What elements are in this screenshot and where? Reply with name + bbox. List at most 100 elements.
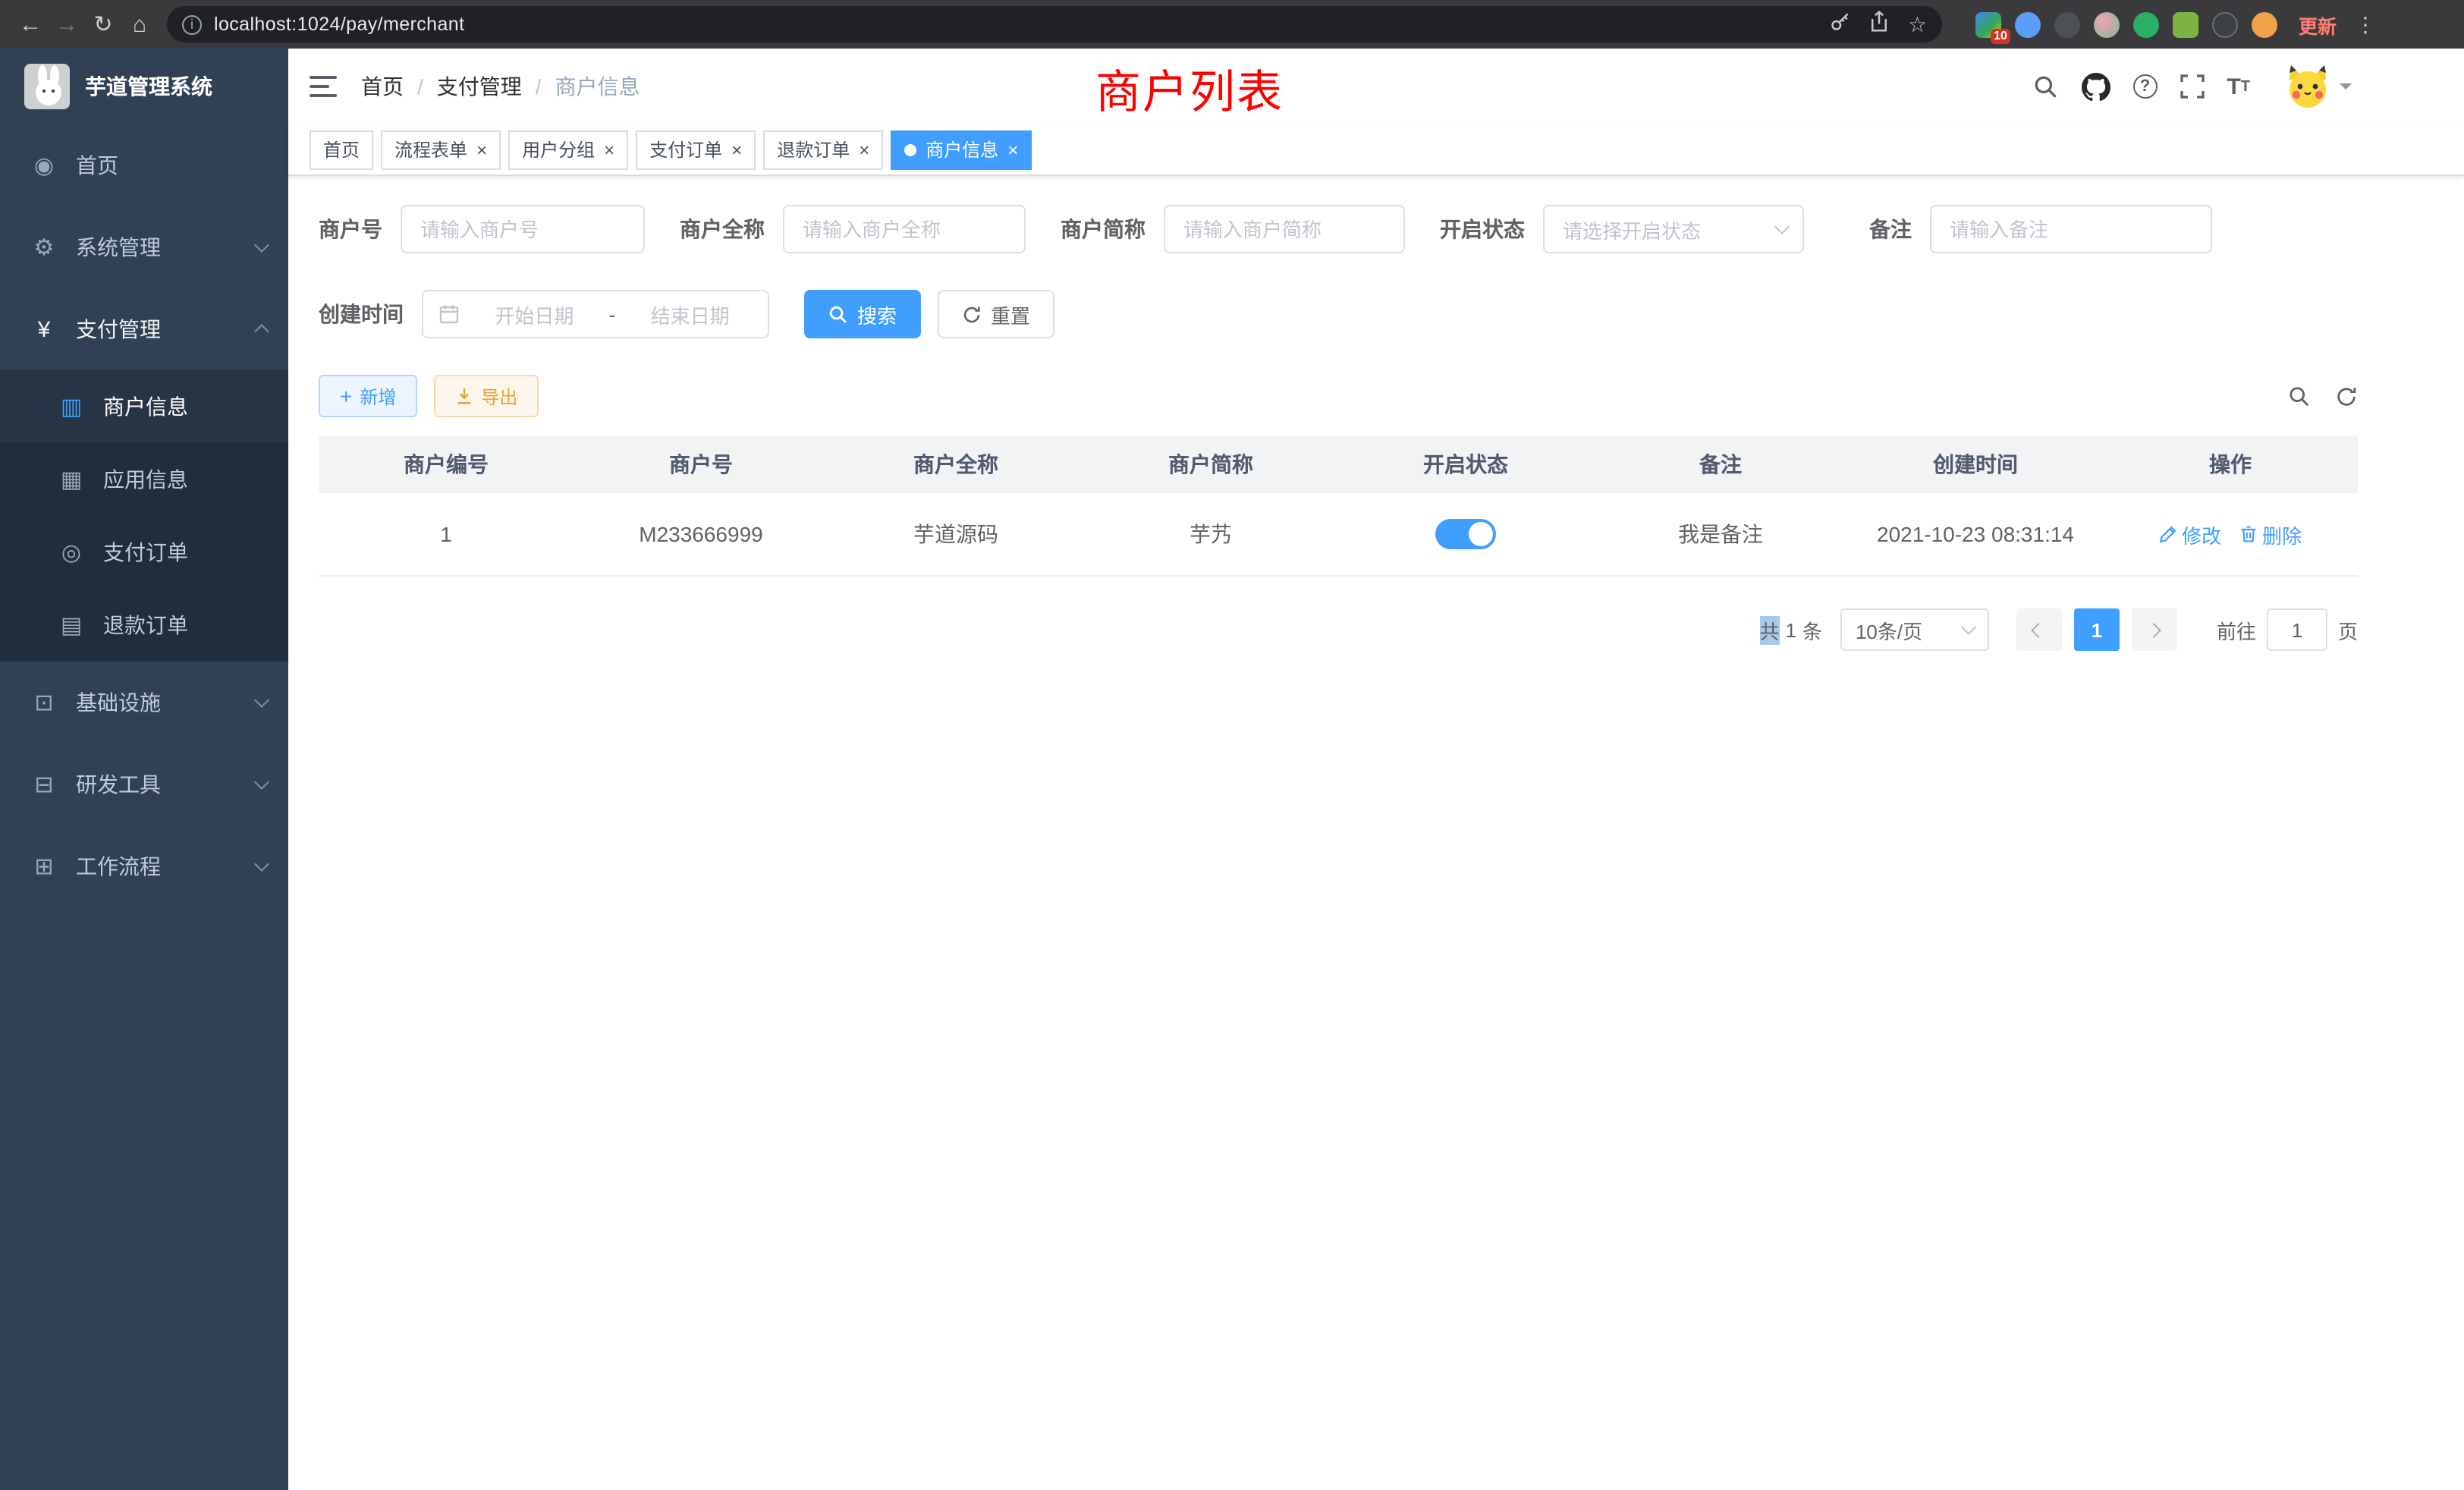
breadcrumb-payment[interactable]: 支付管理 (437, 71, 522, 102)
tab-merchant-info[interactable]: 商户信息 × (891, 130, 1032, 169)
home-icon[interactable]: ⌂ (121, 6, 158, 42)
add-button[interactable]: + 新增 (319, 375, 417, 417)
password-key-icon[interactable] (1831, 10, 1852, 39)
tab-home[interactable]: 首页 (310, 130, 373, 169)
header-actions: ? TT (2032, 64, 2352, 109)
browser-chrome: ← → ↻ ⌂ i localhost:1024/pay/merchant ☆ … (0, 0, 2464, 49)
help-icon[interactable]: ? (2132, 74, 2157, 99)
chevron-down-icon (1774, 219, 1790, 234)
sidebar-toggle-icon[interactable] (310, 76, 337, 97)
sidebar-item-payment[interactable]: ¥ 支付管理 (0, 288, 288, 370)
extension-icon-6[interactable] (2173, 11, 2198, 37)
extension-icon-5[interactable] (2133, 11, 2159, 37)
search-button-label: 搜索 (857, 300, 897, 328)
chevron-down-icon (254, 693, 269, 708)
goto-page-input[interactable] (2267, 608, 2327, 651)
breadcrumb-current: 商户信息 (555, 71, 640, 102)
sidebar-item-label: 基础设施 (76, 687, 256, 718)
sidebar-item-label: 首页 (76, 150, 267, 181)
toggle-search-icon[interactable] (2288, 385, 2311, 407)
delete-link[interactable]: 删除 (2239, 520, 2302, 549)
tab-label: 支付订单 (649, 137, 722, 162)
back-icon[interactable]: ← (12, 6, 49, 42)
browser-menu-icon[interactable]: ⋮ (2355, 11, 2376, 37)
page-size-select[interactable]: 10条/页 (1840, 608, 1989, 651)
filter-label: 商户简称 (1061, 214, 1146, 244)
next-page-button[interactable] (2132, 608, 2177, 651)
sidebar-item-app-info[interactable]: ▦ 应用信息 (0, 443, 288, 516)
column-header: 商户简称 (1083, 449, 1338, 479)
close-icon[interactable]: × (604, 140, 614, 159)
filter-remark: 备注 (1869, 205, 2212, 253)
app-logo[interactable]: 芋道管理系统 (0, 49, 288, 124)
table-toolbar: + 新增 导出 (319, 375, 2358, 417)
extension-icon-8[interactable] (2252, 11, 2277, 37)
status-select[interactable]: 请选择开启状态 (1543, 205, 1804, 253)
sidebar-item-label: 支付管理 (76, 314, 256, 344)
sidebar-item-dev-tools[interactable]: ⊟ 研发工具 (0, 743, 288, 825)
sidebar-item-system[interactable]: ⚙ 系统管理 (0, 206, 288, 288)
github-icon[interactable] (2081, 72, 2110, 101)
close-icon[interactable]: × (1007, 140, 1018, 159)
export-button[interactable]: 导出 (434, 375, 539, 417)
close-icon[interactable]: × (731, 140, 742, 159)
user-avatar-menu[interactable] (2285, 64, 2352, 109)
cell-short-name: 芋艿 (1083, 519, 1338, 549)
total-count: 共 1 条 (1759, 615, 1822, 644)
filter-label: 商户号 (319, 214, 382, 244)
full-name-input[interactable] (783, 205, 1026, 253)
breadcrumb-home[interactable]: 首页 (361, 71, 404, 102)
filter-label: 备注 (1869, 214, 1912, 244)
sidebar-item-pay-order[interactable]: ◎ 支付订单 (0, 516, 288, 589)
tab-refund-order[interactable]: 退款订单 × (763, 130, 883, 169)
font-size-icon[interactable]: TT (2227, 74, 2250, 99)
tab-process-form[interactable]: 流程表单 × (381, 130, 501, 169)
goto-prefix: 前往 (2217, 615, 2256, 644)
fullscreen-icon[interactable] (2180, 74, 2204, 99)
url-bar[interactable]: i localhost:1024/pay/merchant ☆ (167, 6, 1942, 42)
sidebar-item-infrastructure[interactable]: ⊡ 基础设施 (0, 662, 288, 743)
caret-down-icon (2340, 83, 2352, 96)
site-info-icon[interactable]: i (182, 14, 202, 34)
forward-icon[interactable]: → (49, 6, 85, 42)
bookmark-star-icon[interactable]: ☆ (1908, 11, 1927, 37)
extension-icon-3[interactable] (2054, 11, 2080, 37)
sidebar-item-workflow[interactable]: ⊞ 工作流程 (0, 825, 288, 907)
edit-link[interactable]: 修改 (2159, 520, 2221, 549)
table-tools (2288, 385, 2358, 407)
prev-page-button[interactable] (2016, 608, 2062, 651)
remark-input[interactable] (1930, 205, 2212, 253)
merchant-no-input[interactable] (401, 205, 645, 253)
close-icon[interactable]: × (476, 140, 487, 159)
chevron-up-icon (254, 324, 269, 339)
extension-icon-1[interactable]: 10 (1975, 11, 2001, 37)
page-number-button[interactable]: 1 (2074, 608, 2120, 651)
tags-view-bar: 首页 流程表单 × 用户分组 × 支付订单 × 退款订单 × 商户信息 × (288, 124, 2464, 176)
create-time-range-picker[interactable]: 开始日期 - 结束日期 (422, 290, 769, 338)
sidebar-item-label: 支付订单 (103, 537, 267, 567)
short-name-input[interactable] (1164, 205, 1405, 253)
sidebar-item-refund-order[interactable]: ▤ 退款订单 (0, 589, 288, 662)
sidebar-item-home[interactable]: ◉ 首页 (0, 124, 288, 206)
close-icon[interactable]: × (859, 140, 869, 159)
table-header-row: 商户编号 商户号 商户全称 商户简称 开启状态 备注 创建时间 操作 (319, 435, 2358, 493)
reset-button[interactable]: 重置 (938, 290, 1054, 338)
search-icon[interactable] (2032, 74, 2058, 99)
extension-icon-4[interactable] (2094, 11, 2120, 37)
reload-icon[interactable]: ↻ (85, 6, 121, 42)
status-toggle[interactable] (1435, 519, 1496, 549)
column-header: 商户全称 (828, 449, 1083, 479)
sidebar-item-merchant-info[interactable]: ▥ 商户信息 (0, 370, 288, 443)
search-button[interactable]: 搜索 (804, 290, 921, 338)
filter-row-1: 商户号 商户全称 商户简称 开启状态 请选择开启状态 备注 (319, 205, 2358, 253)
refresh-table-icon[interactable] (2335, 385, 2358, 407)
total-suffix: 条 (1802, 615, 1822, 644)
tab-user-group[interactable]: 用户分组 × (508, 130, 628, 169)
share-icon[interactable] (1870, 10, 1890, 39)
browser-update-button[interactable]: 更新 (2299, 10, 2337, 39)
extension-icon-7[interactable] (2212, 11, 2238, 37)
cell-actions: 修改 删除 (2103, 520, 2358, 549)
cell-full-name: 芋道源码 (828, 519, 1083, 549)
extension-icon-2[interactable] (2015, 11, 2041, 37)
tab-pay-order[interactable]: 支付订单 × (636, 130, 756, 169)
